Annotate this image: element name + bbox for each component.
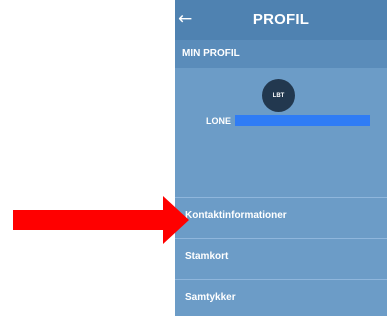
- menu-item-label: Kontaktinformationer: [185, 210, 287, 221]
- profile-name: LONE: [206, 116, 232, 126]
- app-header: ← PROFIL: [175, 0, 387, 40]
- section-header: MIN PROFIL: [175, 40, 387, 68]
- arrow-shape: [13, 196, 189, 244]
- page-title: PROFIL: [252, 11, 310, 28]
- menu-item-label: Samtykker: [185, 292, 236, 303]
- red-arrow-annotation-icon: [13, 196, 189, 244]
- avatar-initials: LBT: [272, 92, 285, 99]
- menu-item-label: Stamkort: [185, 251, 229, 262]
- section-title: MIN PROFIL: [182, 48, 240, 59]
- mobile-app-screen: ← PROFIL MIN PROFIL LBT LONE Kontaktinfo…: [175, 0, 387, 316]
- profile-card: LBT LONE: [175, 68, 387, 197]
- avatar: LBT: [262, 79, 295, 112]
- screenshot-stage: ← PROFIL MIN PROFIL LBT LONE Kontaktinfo…: [0, 0, 388, 316]
- name-redaction-bar: [235, 115, 370, 126]
- menu-item-contact-info[interactable]: Kontaktinformationer: [175, 197, 387, 238]
- menu-item-stamkort[interactable]: Stamkort: [175, 238, 387, 279]
- menu-item-consents[interactable]: Samtykker: [175, 279, 387, 316]
